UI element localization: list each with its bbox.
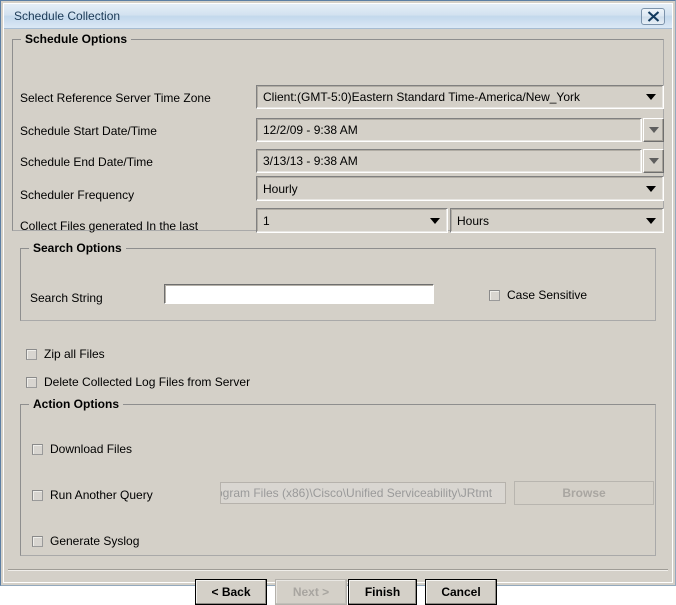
start-datetime-spinner[interactable] — [643, 118, 664, 142]
end-datetime-label: Schedule End Date/Time — [20, 155, 153, 169]
time-zone-value: Client:(GMT-5:0)Eastern Standard Time-Am… — [263, 90, 581, 104]
run-another-query-label: Run Another Query — [50, 488, 153, 502]
query-path-input[interactable]: rogram Files (x86)\Cisco\Unified Service… — [220, 482, 506, 504]
collect-files-label: Collect Files generated In the last — [20, 219, 199, 233]
delete-collected-logs-label: Delete Collected Log Files from Server — [44, 375, 251, 389]
title-bar[interactable]: Schedule Collection — [4, 4, 672, 29]
search-string-label: Search String — [30, 291, 103, 305]
browse-button[interactable]: Browse — [514, 481, 654, 505]
checkbox-icon — [32, 443, 43, 455]
start-datetime-field[interactable]: 12/2/09 - 9:38 AM — [256, 118, 642, 142]
scheduler-frequency-combo[interactable]: Hourly — [256, 176, 664, 201]
action-options-legend: Action Options — [29, 397, 123, 411]
generate-syslog-label: Generate Syslog — [50, 534, 140, 548]
window-title: Schedule Collection — [14, 9, 121, 23]
query-path-value: rogram Files (x86)\Cisco\Unified Service… — [220, 486, 493, 500]
chevron-down-icon — [646, 94, 656, 100]
dialog-inner-frame: Schedule Collection Schedule Options Sel… — [3, 3, 673, 605]
back-button-label: < Back — [211, 585, 251, 599]
chevron-down-icon — [648, 127, 659, 133]
end-datetime-field[interactable]: 3/13/13 - 9:38 AM — [256, 149, 642, 173]
browse-button-label: Browse — [562, 486, 606, 500]
close-x-icon — [647, 11, 659, 22]
search-string-input[interactable] — [164, 284, 434, 304]
collect-files-unit-value: Hours — [457, 213, 490, 228]
next-button: Next > — [275, 579, 347, 605]
scheduler-frequency-label: Scheduler Frequency — [20, 188, 135, 202]
start-datetime-label: Schedule Start Date/Time — [20, 124, 157, 138]
finish-button[interactable]: Finish — [348, 579, 417, 605]
collect-files-unit-combo[interactable]: Hours — [450, 208, 664, 233]
search-options-legend: Search Options — [29, 241, 126, 255]
run-another-query-checkbox[interactable]: Run Another Query — [32, 488, 153, 502]
checkbox-icon — [32, 535, 43, 547]
schedule-collection-dialog: Schedule Collection Schedule Options Sel… — [0, 0, 676, 605]
chevron-down-icon — [430, 217, 440, 224]
dialog-content: Schedule Options Select Reference Server… — [4, 29, 672, 605]
download-files-checkbox[interactable]: Download Files — [32, 442, 132, 456]
download-files-label: Download Files — [50, 442, 133, 456]
start-datetime-value: 12/2/09 - 9:38 AM — [263, 123, 358, 137]
checkbox-icon — [32, 489, 43, 501]
generate-syslog-checkbox[interactable]: Generate Syslog — [32, 534, 139, 548]
case-sensitive-checkbox[interactable]: Case Sensitive — [489, 288, 587, 302]
delete-collected-logs-checkbox[interactable]: Delete Collected Log Files from Server — [26, 375, 250, 389]
time-zone-label: Select Reference Server Time Zone — [20, 91, 211, 105]
back-button[interactable]: < Back — [195, 579, 267, 605]
cancel-button[interactable]: Cancel — [425, 579, 497, 605]
checkbox-icon — [26, 348, 37, 360]
chevron-down-icon — [646, 185, 656, 192]
chevron-down-icon — [646, 217, 656, 224]
chevron-down-icon — [648, 158, 659, 164]
schedule-options-legend: Schedule Options — [21, 32, 132, 46]
time-zone-combo[interactable]: Client:(GMT-5:0)Eastern Standard Time-Am… — [256, 85, 664, 109]
footer-divider — [8, 569, 668, 571]
case-sensitive-label: Case Sensitive — [507, 288, 588, 302]
cancel-button-label: Cancel — [441, 585, 481, 599]
close-button[interactable] — [641, 8, 665, 25]
zip-all-files-label: Zip all Files — [44, 347, 105, 361]
zip-all-files-checkbox[interactable]: Zip all Files — [26, 347, 105, 361]
end-datetime-spinner[interactable] — [643, 149, 664, 173]
finish-button-label: Finish — [364, 585, 401, 599]
scheduler-frequency-value: Hourly — [263, 181, 298, 196]
end-datetime-value: 3/13/13 - 9:38 AM — [263, 154, 358, 168]
collect-files-amount-combo[interactable]: 1 — [256, 208, 448, 233]
checkbox-icon — [489, 289, 500, 301]
collect-files-amount-value: 1 — [263, 213, 270, 228]
checkbox-icon — [26, 376, 37, 388]
next-button-label: Next > — [292, 585, 330, 599]
